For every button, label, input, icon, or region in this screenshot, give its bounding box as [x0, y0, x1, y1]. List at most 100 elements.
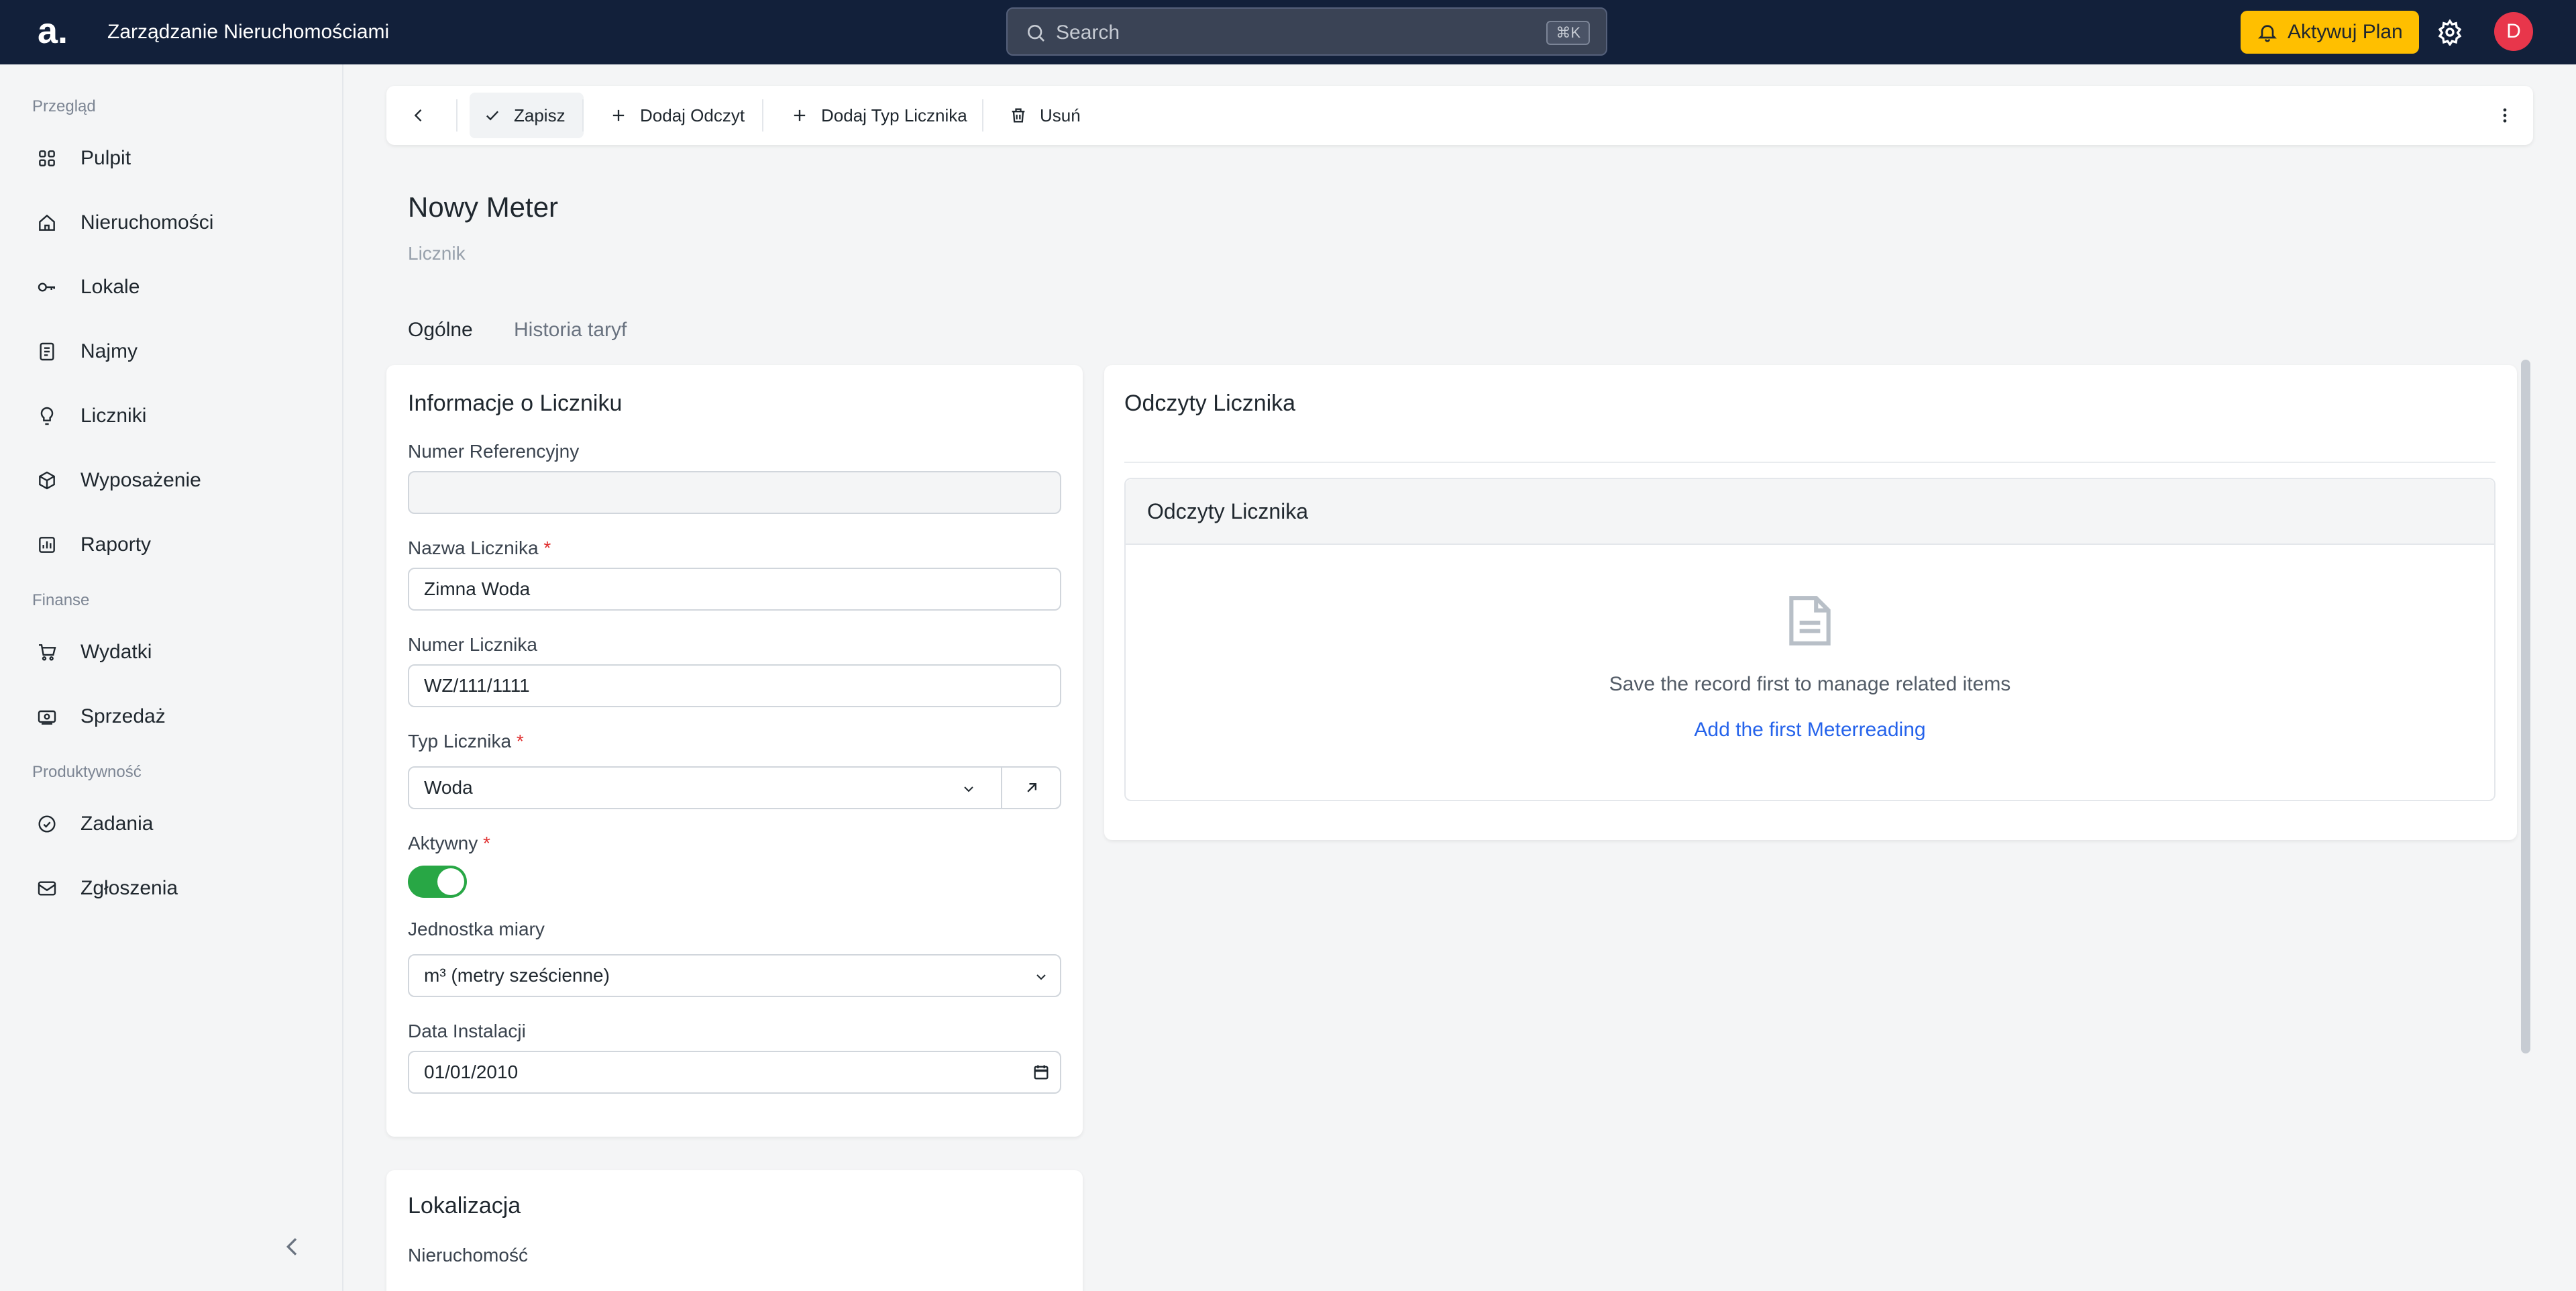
search-input[interactable]: Search ⌘K	[1006, 7, 1607, 56]
add-first-reading-link[interactable]: Add the first Meterreading	[1126, 718, 2494, 742]
sidebar-item-label: Wydatki	[80, 641, 152, 663]
meter-type-select[interactable]: Woda	[408, 766, 1002, 809]
open-meter-type-button[interactable]	[1001, 766, 1061, 809]
sidebar-item-label: Lokale	[80, 276, 140, 298]
bulb-icon	[40, 407, 54, 425]
save-button[interactable]: Zapisz	[470, 93, 584, 138]
meter-name-label: Nazwa Licznika *	[408, 537, 551, 560]
delete-button[interactable]: Usuń	[996, 93, 1096, 138]
ref-number-label: Numer Referencyjny	[408, 441, 580, 462]
sidebar: Przegląd Pulpit Nieruchomości Lokale Naj…	[0, 64, 343, 1291]
ref-number-input[interactable]	[408, 471, 1061, 514]
meter-name-input[interactable]: Zimna Woda	[408, 568, 1061, 611]
sidebar-item-label: Wyposażenie	[80, 469, 201, 491]
sidebar-item-sprzedaz[interactable]: Sprzedaż	[27, 692, 322, 741]
collapse-sidebar-icon[interactable]	[279, 1233, 306, 1260]
sidebar-item-label: Nieruchomości	[80, 211, 214, 234]
toggle-knob	[437, 868, 464, 895]
cart-icon	[39, 644, 56, 661]
gear-icon[interactable]	[2436, 19, 2463, 46]
location-card: Lokalizacja Nieruchomość	[386, 1170, 1083, 1291]
add-meter-type-button[interactable]: Dodaj Typ Licznika	[777, 93, 973, 138]
add-first-reading-text: Add the first Meterreading	[1694, 719, 1926, 741]
sidebar-item-raporty[interactable]: Raporty	[27, 521, 322, 569]
related-panel-header: Odczyty Licznika	[1126, 479, 2494, 545]
chevron-down-icon	[964, 786, 973, 792]
sidebar-item-nieruchomosci[interactable]: Nieruchomości	[27, 199, 322, 247]
sidebar-item-wyposazenie[interactable]: Wyposażenie	[27, 456, 322, 505]
meter-info-title: Informacje o Liczniku	[408, 391, 623, 416]
page-subtitle: Licznik	[408, 243, 466, 264]
plus-icon	[794, 109, 806, 121]
sidebar-item-liczniki[interactable]: Liczniki	[27, 392, 322, 440]
user-avatar[interactable]: D	[2494, 12, 2533, 51]
toolbar-divider	[456, 99, 458, 132]
top-bar: a. Zarządzanie Nieruchomościami Search ⌘…	[0, 0, 2576, 64]
sidebar-item-label: Najmy	[80, 340, 138, 362]
main-scrollbar[interactable]	[2521, 360, 2530, 1053]
required-marker: *	[516, 731, 524, 752]
box-icon	[39, 471, 55, 490]
meter-type-label: Typ Licznika *	[408, 730, 524, 753]
document-icon	[40, 342, 54, 361]
sidebar-section-title: Produktywność	[32, 763, 142, 781]
sidebar-item-lokale[interactable]: Lokale	[27, 263, 322, 311]
save-label: Zapisz	[514, 105, 566, 125]
related-readings-panel: Odczyty Licznika Save the record first t…	[1124, 478, 2496, 801]
sidebar-item-zgloszenia[interactable]: Zgłoszenia	[27, 864, 322, 913]
search-shortcut: ⌘K	[1546, 21, 1590, 45]
sidebar-item-zadania[interactable]: Zadania	[27, 800, 322, 848]
key-icon	[38, 282, 55, 292]
search-placeholder: Search	[1056, 21, 1120, 44]
property-label: Nieruchomość	[408, 1245, 528, 1266]
required-marker: *	[483, 833, 490, 854]
meter-name-label-text: Nazwa Licznika	[408, 537, 539, 558]
install-date-label: Data Instalacji	[408, 1021, 526, 1041]
meter-number-input[interactable]: WZ/111/1111	[408, 664, 1061, 707]
empty-state-message: Save the record first to manage related …	[1609, 673, 2011, 695]
check-circle-icon	[38, 815, 56, 833]
add-meter-type-label: Dodaj Typ Licznika	[821, 105, 967, 125]
mail-icon	[38, 881, 56, 896]
meter-number-label: Numer Licznika	[408, 634, 537, 655]
meter-info-card: Informacje o Liczniku Numer Referencyjny…	[386, 365, 1083, 1137]
sidebar-section-title: Przegląd	[32, 97, 96, 115]
chart-icon	[39, 537, 55, 553]
activate-plan-button[interactable]: Aktywuj Plan	[2241, 11, 2419, 54]
tab-tariff-history[interactable]: Historia taryf	[514, 317, 627, 344]
more-vertical-icon	[2503, 108, 2507, 123]
trash-icon	[1012, 108, 1025, 123]
active-toggle[interactable]	[408, 866, 467, 898]
sidebar-item-label: Liczniki	[80, 405, 147, 427]
meter-type-label-text: Typ Licznika	[408, 731, 512, 752]
location-title: Lokalizacja	[408, 1193, 521, 1219]
sidebar-item-label: Zadania	[80, 813, 154, 835]
meter-readings-card: Odczyty Licznika Odczyty Licznika Save t…	[1104, 365, 2517, 840]
meter-type-value: Woda	[424, 777, 473, 798]
unit-select[interactable]: m³ (metry sześcienne)	[408, 954, 1061, 997]
search-icon	[1028, 25, 1044, 42]
bell-icon	[2258, 25, 2277, 42]
active-label-text: Aktywny	[408, 833, 478, 854]
unit-value: m³ (metry sześcienne)	[424, 965, 610, 986]
app-logo[interactable]: a.	[38, 12, 78, 52]
sidebar-item-wydatki[interactable]: Wydatki	[27, 628, 322, 676]
calendar-icon[interactable]	[1032, 1063, 1051, 1082]
install-date-input[interactable]: 01/01/2010	[408, 1051, 1061, 1094]
chevron-left-icon	[414, 109, 422, 121]
sidebar-item-label: Pulpit	[80, 147, 131, 169]
toolbar-divider	[762, 99, 763, 132]
cash-icon	[38, 710, 56, 725]
sidebar-item-label: Sprzedaż	[80, 705, 166, 727]
meter-readings-title: Odczyty Licznika	[1124, 391, 1296, 416]
sidebar-item-najmy[interactable]: Najmy	[27, 327, 322, 376]
arrow-up-right-icon	[1027, 783, 1036, 792]
more-menu-button[interactable]	[2486, 93, 2524, 138]
sidebar-item-pulpit[interactable]: Pulpit	[27, 134, 322, 183]
activate-plan-label: Aktywuj Plan	[2288, 21, 2403, 43]
back-button[interactable]	[397, 93, 440, 138]
delete-label: Usuń	[1040, 105, 1081, 125]
toolbar-divider	[982, 99, 983, 132]
tab-general[interactable]: Ogólne	[408, 317, 473, 344]
add-reading-button[interactable]: Dodaj Odczyt	[596, 93, 757, 138]
